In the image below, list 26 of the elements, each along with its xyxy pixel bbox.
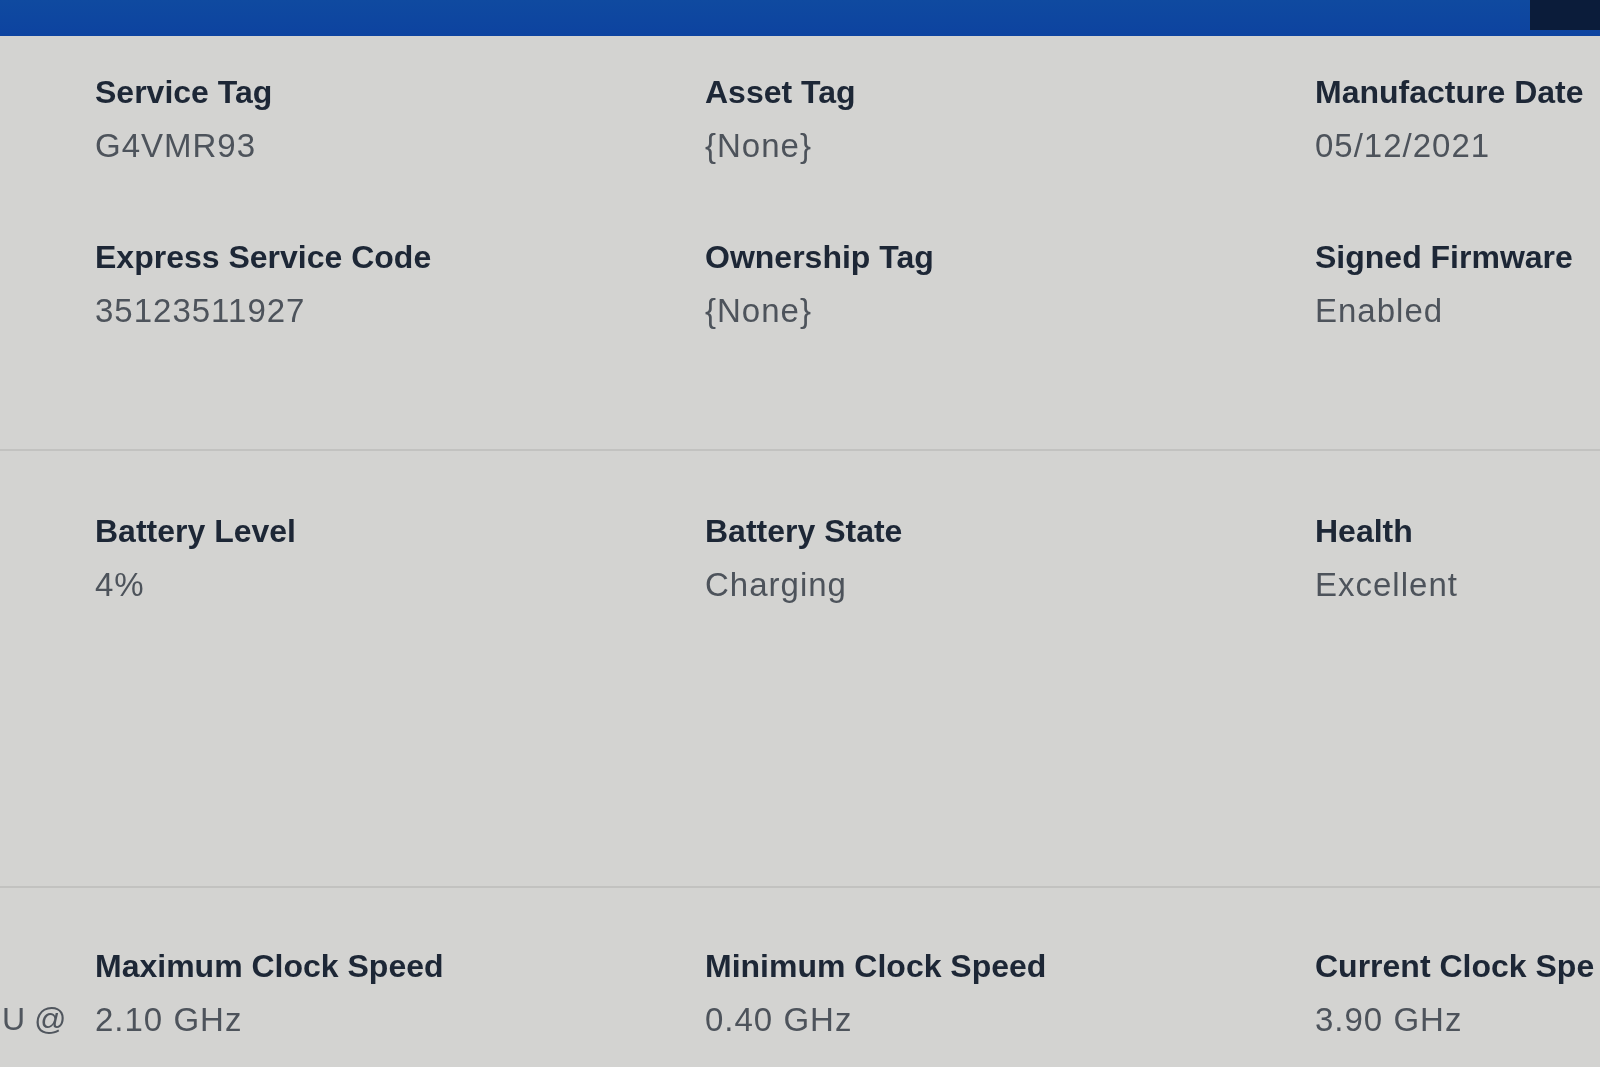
- field-label: Battery Level: [95, 512, 296, 551]
- field-value: U @: [2, 1000, 67, 1039]
- field-value: 05/12/2021: [1315, 126, 1491, 166]
- field-label: Maximum Clock Speed: [95, 947, 444, 986]
- field-value: 2.10 GHz: [95, 1000, 243, 1040]
- field-value: 3.90 GHz: [1315, 1000, 1463, 1040]
- field-value: Charging: [705, 565, 847, 605]
- field-value: Enabled: [1315, 291, 1444, 331]
- field-label: Manufacture Date: [1315, 73, 1584, 112]
- field-label: Health: [1315, 512, 1413, 551]
- field-label: Signed Firmware: [1315, 238, 1573, 277]
- field-label: Current Clock Spe: [1315, 947, 1595, 986]
- field-value: 35123511927: [95, 291, 306, 331]
- field-value: Excellent: [1315, 565, 1458, 605]
- header-corner-panel: [1530, 0, 1600, 30]
- field-value: {None}: [705, 291, 812, 331]
- field-label: Minimum Clock Speed: [705, 947, 1047, 986]
- field-label: Battery State: [705, 512, 903, 551]
- field-value: {None}: [705, 126, 812, 166]
- field-value: G4VMR93: [95, 126, 257, 166]
- field-label: Service Tag: [95, 73, 273, 112]
- field-label: Express Service Code: [95, 238, 432, 277]
- field-value: 4%: [95, 565, 145, 605]
- field-value: 0.40 GHz: [705, 1000, 853, 1040]
- field-label: Asset Tag: [705, 73, 856, 112]
- field-label: Ownership Tag: [705, 238, 934, 277]
